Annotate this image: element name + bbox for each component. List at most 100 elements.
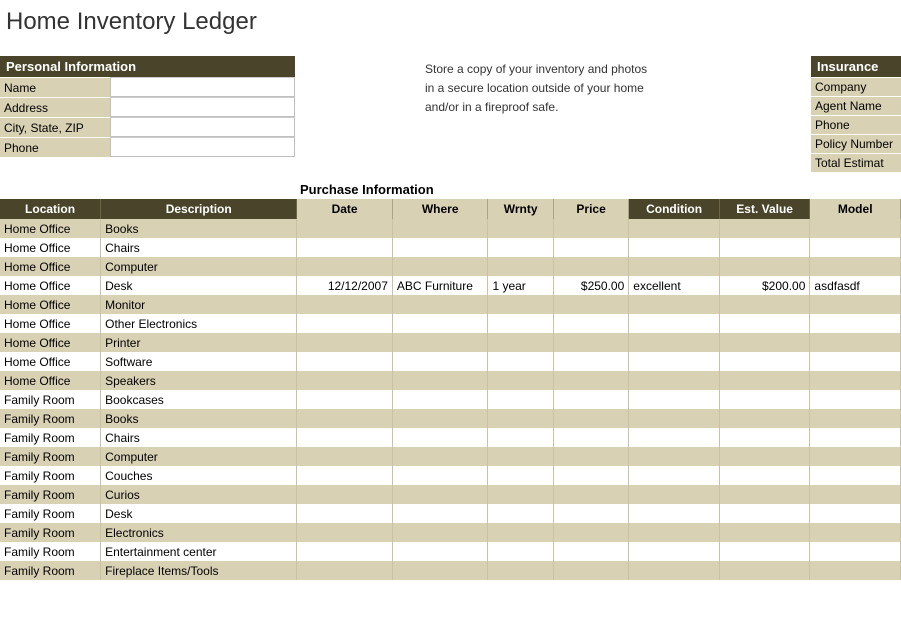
- cell-price[interactable]: [553, 504, 628, 523]
- cell-where[interactable]: [392, 485, 488, 504]
- cell-date[interactable]: [297, 466, 393, 485]
- cell-location[interactable]: Home Office: [0, 276, 101, 295]
- cell-model[interactable]: [810, 257, 901, 276]
- cell-est_value[interactable]: [719, 485, 810, 504]
- cell-where[interactable]: [392, 333, 488, 352]
- cell-model[interactable]: [810, 504, 901, 523]
- cell-where[interactable]: [392, 523, 488, 542]
- cell-where[interactable]: [392, 409, 488, 428]
- cell-description[interactable]: Software: [101, 352, 297, 371]
- cell-wrnty[interactable]: 1 year: [488, 276, 553, 295]
- cell-location[interactable]: Family Room: [0, 466, 101, 485]
- input-address[interactable]: [110, 97, 295, 117]
- cell-where[interactable]: [392, 390, 488, 409]
- cell-condition[interactable]: [629, 523, 720, 542]
- cell-price[interactable]: [553, 447, 628, 466]
- cell-condition[interactable]: [629, 257, 720, 276]
- cell-where[interactable]: [392, 352, 488, 371]
- cell-est_value[interactable]: [719, 409, 810, 428]
- cell-location[interactable]: Family Room: [0, 390, 101, 409]
- cell-location[interactable]: Home Office: [0, 257, 101, 276]
- cell-description[interactable]: Bookcases: [101, 390, 297, 409]
- cell-condition[interactable]: [629, 485, 720, 504]
- cell-condition[interactable]: [629, 542, 720, 561]
- cell-model[interactable]: [810, 447, 901, 466]
- cell-price[interactable]: [553, 466, 628, 485]
- cell-location[interactable]: Home Office: [0, 333, 101, 352]
- cell-location[interactable]: Family Room: [0, 447, 101, 466]
- cell-location[interactable]: Family Room: [0, 504, 101, 523]
- cell-price[interactable]: [553, 561, 628, 580]
- cell-date[interactable]: [297, 523, 393, 542]
- cell-condition[interactable]: [629, 504, 720, 523]
- cell-date[interactable]: [297, 295, 393, 314]
- cell-condition[interactable]: [629, 295, 720, 314]
- cell-location[interactable]: Family Room: [0, 485, 101, 504]
- cell-description[interactable]: Curios: [101, 485, 297, 504]
- cell-where[interactable]: [392, 542, 488, 561]
- cell-wrnty[interactable]: [488, 390, 553, 409]
- cell-location[interactable]: Home Office: [0, 238, 101, 257]
- cell-est_value[interactable]: [719, 352, 810, 371]
- cell-condition[interactable]: excellent: [629, 276, 720, 295]
- cell-wrnty[interactable]: [488, 561, 553, 580]
- cell-date[interactable]: [297, 504, 393, 523]
- cell-wrnty[interactable]: [488, 295, 553, 314]
- cell-condition[interactable]: [629, 219, 720, 238]
- cell-where[interactable]: ABC Furniture: [392, 276, 488, 295]
- cell-date[interactable]: [297, 409, 393, 428]
- cell-location[interactable]: Home Office: [0, 314, 101, 333]
- cell-condition[interactable]: [629, 561, 720, 580]
- cell-est_value[interactable]: [719, 257, 810, 276]
- cell-wrnty[interactable]: [488, 485, 553, 504]
- cell-wrnty[interactable]: [488, 466, 553, 485]
- cell-where[interactable]: [392, 504, 488, 523]
- cell-date[interactable]: [297, 447, 393, 466]
- cell-wrnty[interactable]: [488, 352, 553, 371]
- cell-est_value[interactable]: [719, 371, 810, 390]
- cell-where[interactable]: [392, 219, 488, 238]
- cell-wrnty[interactable]: [488, 219, 553, 238]
- cell-price[interactable]: [553, 295, 628, 314]
- cell-description[interactable]: Books: [101, 219, 297, 238]
- cell-description[interactable]: Speakers: [101, 371, 297, 390]
- cell-wrnty[interactable]: [488, 523, 553, 542]
- cell-location[interactable]: Home Office: [0, 219, 101, 238]
- cell-condition[interactable]: [629, 371, 720, 390]
- cell-location[interactable]: Home Office: [0, 352, 101, 371]
- cell-where[interactable]: [392, 257, 488, 276]
- cell-est_value[interactable]: [719, 447, 810, 466]
- cell-wrnty[interactable]: [488, 447, 553, 466]
- cell-date[interactable]: [297, 390, 393, 409]
- cell-date[interactable]: [297, 219, 393, 238]
- cell-model[interactable]: [810, 295, 901, 314]
- cell-description[interactable]: Chairs: [101, 428, 297, 447]
- cell-where[interactable]: [392, 314, 488, 333]
- cell-price[interactable]: [553, 523, 628, 542]
- cell-model[interactable]: [810, 485, 901, 504]
- cell-condition[interactable]: [629, 409, 720, 428]
- cell-location[interactable]: Family Room: [0, 561, 101, 580]
- cell-price[interactable]: [553, 352, 628, 371]
- cell-est_value[interactable]: [719, 390, 810, 409]
- cell-location[interactable]: Family Room: [0, 523, 101, 542]
- cell-price[interactable]: [553, 257, 628, 276]
- cell-est_value[interactable]: [719, 466, 810, 485]
- cell-date[interactable]: [297, 257, 393, 276]
- cell-where[interactable]: [392, 447, 488, 466]
- cell-location[interactable]: Family Room: [0, 428, 101, 447]
- cell-price[interactable]: [553, 390, 628, 409]
- cell-description[interactable]: Chairs: [101, 238, 297, 257]
- cell-description[interactable]: Other Electronics: [101, 314, 297, 333]
- cell-price[interactable]: $250.00: [553, 276, 628, 295]
- cell-est_value[interactable]: [719, 295, 810, 314]
- cell-model[interactable]: [810, 428, 901, 447]
- cell-price[interactable]: [553, 428, 628, 447]
- cell-description[interactable]: Fireplace Items/Tools: [101, 561, 297, 580]
- cell-est_value[interactable]: [719, 428, 810, 447]
- cell-price[interactable]: [553, 219, 628, 238]
- cell-description[interactable]: Desk: [101, 276, 297, 295]
- cell-model[interactable]: [810, 352, 901, 371]
- input-phone[interactable]: [110, 137, 295, 157]
- cell-description[interactable]: Desk: [101, 504, 297, 523]
